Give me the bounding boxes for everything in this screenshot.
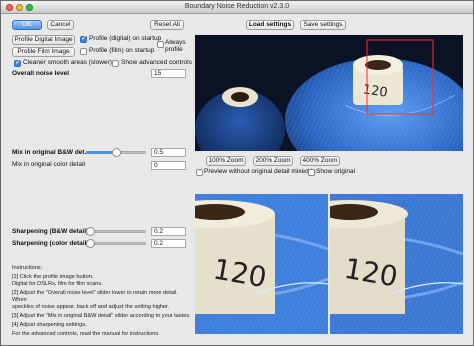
instructions-heading: Instructions: xyxy=(12,265,43,271)
instructions-step-1: [1] Click the profile image button. xyxy=(12,274,94,280)
sharpen-bw-label: Sharpening (B&W detail) xyxy=(12,228,89,235)
profile-film-startup-label: Profile (film) on startup xyxy=(89,47,155,54)
zoom-200-button[interactable]: 200% Zoom xyxy=(253,156,293,166)
profile-film-button[interactable]: Profile Film Image xyxy=(12,47,75,57)
cleaner-smooth-checkbox[interactable] xyxy=(14,58,21,67)
save-settings-button[interactable]: Save settings xyxy=(300,20,346,30)
instructions-panel: Instructions: [1] Click the profile imag… xyxy=(12,265,192,340)
instructions-step-2: [2] Adjust the "Overall noise level" sli… xyxy=(12,290,178,303)
cleaner-smooth-label: Cleaner smooth areas (slower) xyxy=(23,59,112,66)
sharpen-color-slider-knob[interactable] xyxy=(86,239,96,248)
show-original-label: Show original xyxy=(316,168,356,175)
instructions-step-1b: Digital for DSLRs, film for film scans. xyxy=(12,281,103,287)
instructions-step-4: [4] Adjust sharpening settings. xyxy=(12,322,87,328)
sharpen-bw-slider-knob[interactable] xyxy=(86,227,96,236)
load-settings-button[interactable]: Load settings xyxy=(246,20,294,30)
profile-film-startup-checkbox[interactable] xyxy=(80,48,87,55)
main-window: Boundary Noise Reduction v2.3.0 OK Cance… xyxy=(0,0,474,346)
instructions-step-3: [3] Adjust the "Mix in original B&W deta… xyxy=(12,313,191,319)
sharpen-bw-field[interactable]: 0.2 xyxy=(151,227,186,236)
reset-all-button[interactable]: Reset All xyxy=(150,20,184,30)
instructions-step-5: For the advanced controls, read the manu… xyxy=(12,331,160,337)
cancel-button[interactable]: Cancel xyxy=(47,20,74,30)
zoomed-preview-original[interactable]: 120 xyxy=(330,194,463,334)
zoom-400-button[interactable]: 400% Zoom xyxy=(300,156,340,166)
mix-color-label: Mix in original color detail xyxy=(12,161,85,168)
show-advanced-checkbox[interactable] xyxy=(112,60,119,67)
overall-noise-label: Overall noise level xyxy=(12,70,70,77)
mix-bw-field[interactable]: 0.5 xyxy=(151,148,186,157)
title-bar: Boundary Noise Reduction v2.3.0 xyxy=(1,1,473,14)
mix-bw-slider-knob[interactable] xyxy=(112,148,121,157)
ok-button[interactable]: OK xyxy=(12,20,42,30)
preview-without-detail-checkbox[interactable] xyxy=(196,169,203,176)
sharpen-color-label: Sharpening (color detail) xyxy=(12,240,89,247)
zoom-100-button[interactable]: 100% Zoom xyxy=(206,156,246,166)
overall-noise-field[interactable]: 15 xyxy=(151,69,186,78)
profile-digital-button[interactable]: Profile Digital Image xyxy=(12,35,75,45)
mix-color-field[interactable]: 0 xyxy=(151,161,186,170)
instructions-step-2b: speckles of noise appear, back off and a… xyxy=(12,304,170,310)
profile-digital-startup-checkbox[interactable] xyxy=(80,34,87,43)
always-profile-label: Always profile xyxy=(165,39,186,53)
mix-bw-slider[interactable] xyxy=(86,148,146,157)
window-title: Boundary Noise Reduction v2.3.0 xyxy=(184,3,290,10)
mix-bw-label: Mix in original B&W det. xyxy=(12,149,87,156)
overview-preview-image[interactable]: 120 xyxy=(195,35,463,151)
sharpen-color-slider[interactable] xyxy=(86,239,146,248)
preview-without-detail-label: Preview without original detail mixed in xyxy=(204,168,316,175)
profile-digital-startup-label: Profile (digital) on startup xyxy=(89,35,162,42)
show-advanced-label: Show advanced controls xyxy=(121,59,192,66)
sharpen-color-field[interactable]: 0.2 xyxy=(151,239,186,248)
show-original-checkbox[interactable] xyxy=(308,169,315,176)
sharpen-bw-slider[interactable] xyxy=(86,227,146,236)
zoomed-preview-processed[interactable]: 120 xyxy=(195,194,328,334)
always-profile-checkbox[interactable] xyxy=(157,41,164,48)
